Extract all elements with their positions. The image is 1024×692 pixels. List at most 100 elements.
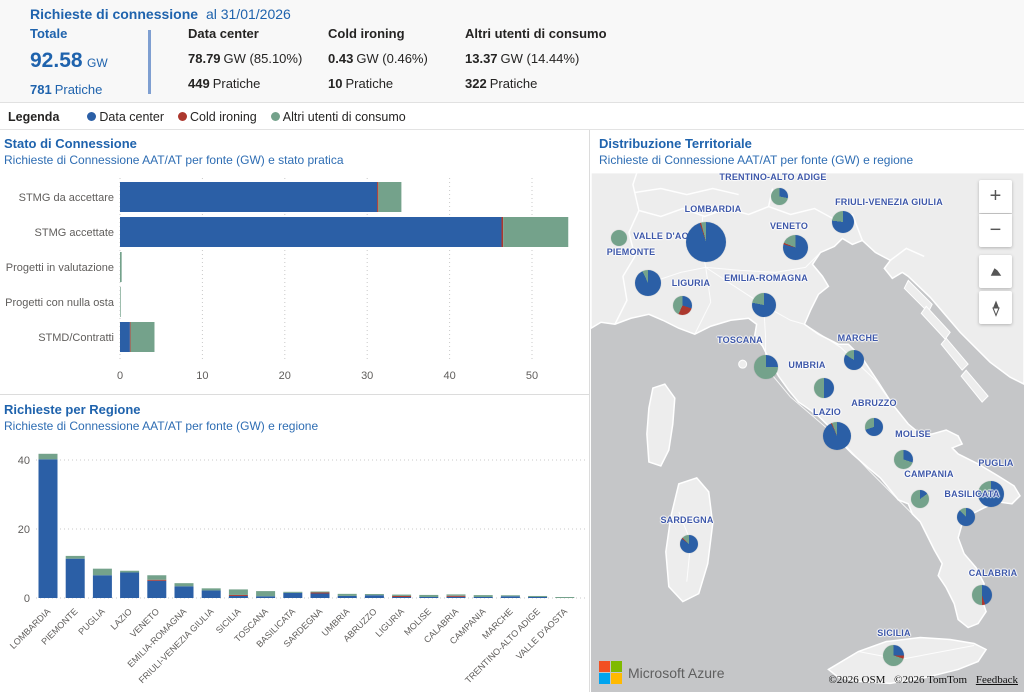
regione-bar-segment[interactable]	[256, 591, 275, 596]
regione-bar-segment[interactable]	[120, 572, 139, 598]
stato-bar-segment[interactable]	[130, 322, 131, 352]
regione-bar-segment[interactable]	[229, 595, 248, 596]
regione-bar-segment[interactable]	[474, 597, 493, 598]
italy-map[interactable]: + − Microsoft Azure ©2026 OSM ©2026 TomT…	[591, 172, 1024, 692]
regione-bar-segment[interactable]	[528, 597, 547, 598]
regione-bar-segment[interactable]	[147, 575, 166, 579]
page-title: Richieste di connessione	[30, 6, 198, 22]
map-region-label: CALABRIA	[969, 568, 1018, 578]
regione-bar-segment[interactable]	[311, 593, 330, 594]
stato-bar-segment[interactable]	[502, 217, 504, 247]
pitch-button[interactable]	[979, 255, 1012, 288]
regione-bar-segment[interactable]	[447, 597, 466, 598]
map-pie-abruzzo[interactable]	[865, 418, 883, 436]
regione-bar-segment[interactable]	[283, 592, 302, 593]
stato-bar-segment[interactable]	[377, 182, 378, 212]
compass-button[interactable]	[979, 291, 1012, 324]
regione-bar-segment[interactable]	[93, 569, 112, 576]
map-pie-calabria[interactable]	[972, 585, 992, 605]
stato-bar-segment[interactable]	[120, 182, 377, 212]
regione-bar-segment[interactable]	[175, 586, 194, 598]
legend-item[interactable]: Data center	[87, 110, 164, 124]
map-pie-veneto[interactable]	[783, 235, 808, 260]
regione-axis-label: LAZIO	[109, 606, 134, 631]
regione-bar-segment[interactable]	[392, 596, 411, 597]
regione-bar-segment[interactable]	[338, 594, 357, 596]
legend-dot-icon	[178, 112, 187, 121]
regione-bar-segment[interactable]	[447, 594, 466, 595]
regione-bar-segment[interactable]	[311, 592, 330, 593]
regione-bar-segment[interactable]	[39, 459, 58, 598]
regione-bar-segment[interactable]	[528, 596, 547, 597]
total-value: 92.58 GW	[30, 49, 142, 73]
azure-attribution: Microsoft Azure	[599, 661, 724, 684]
stat-share: GW (85.10%)	[224, 51, 303, 66]
total-block: Totale 92.58 GW 781Pratiche	[30, 26, 142, 97]
osm-credit: ©2026 OSM	[828, 674, 885, 686]
map-pie-trentino-alto-adige[interactable]	[771, 188, 788, 205]
regione-bar-segment[interactable]	[283, 593, 302, 598]
map-pie-friuli-venezia-giulia[interactable]	[832, 211, 854, 233]
regione-bar-segment[interactable]	[93, 575, 112, 598]
map-pie-lombardia[interactable]	[686, 222, 726, 262]
map-pie-valle-d-aosta[interactable]	[611, 230, 627, 246]
map-pie-sardegna[interactable]	[680, 535, 698, 553]
stato-bar-segment[interactable]	[120, 287, 121, 317]
regione-bar-segment[interactable]	[202, 588, 221, 590]
regione-bar-segment[interactable]	[66, 556, 85, 559]
tomtom-credit: ©2026 TomTom	[894, 674, 967, 686]
legend-item[interactable]: Cold ironing	[178, 110, 257, 124]
regione-bar-segment[interactable]	[39, 454, 58, 460]
map-pie-toscana[interactable]	[754, 355, 778, 379]
regione-bar-segment[interactable]	[392, 597, 411, 598]
regione-bar-segment[interactable]	[311, 594, 330, 598]
stato-bar-segment[interactable]	[120, 322, 130, 352]
regione-bar-segment[interactable]	[419, 597, 438, 598]
map-pie-marche[interactable]	[844, 350, 864, 370]
regione-bar-segment[interactable]	[256, 596, 275, 598]
total-label: Totale	[30, 26, 142, 41]
map-pie-liguria[interactable]	[673, 296, 692, 315]
map-pie-campania[interactable]	[911, 490, 929, 508]
zoom-out-button[interactable]: −	[979, 214, 1012, 247]
regione-bar-segment[interactable]	[229, 589, 248, 595]
regione-bar-segment[interactable]	[365, 595, 384, 598]
regione-bar-segment[interactable]	[474, 595, 493, 597]
regione-bar-segment[interactable]	[365, 594, 384, 595]
regione-bar-segment[interactable]	[392, 595, 411, 596]
map-pie-lazio[interactable]	[823, 422, 851, 450]
regione-bar-segment[interactable]	[120, 571, 139, 573]
stato-bar-segment[interactable]	[378, 182, 401, 212]
zoom-in-button[interactable]: +	[979, 180, 1012, 213]
microsoft-logo-icon	[599, 661, 622, 684]
stato-bar-segment[interactable]	[131, 322, 155, 352]
stato-bar-segment[interactable]	[120, 217, 502, 247]
map-pie-emilia-romagna[interactable]	[752, 293, 776, 317]
regione-bar-segment[interactable]	[447, 596, 466, 597]
regione-bar-segment[interactable]	[419, 595, 438, 597]
map-pie-sicilia[interactable]	[883, 645, 904, 666]
regione-bar-segment[interactable]	[501, 596, 520, 598]
stato-bar-segment[interactable]	[503, 217, 568, 247]
map-pie-piemonte[interactable]	[635, 270, 661, 296]
stato-chart[interactable]: 01020304050STMG da accettareSTMG accetta…	[0, 174, 588, 392]
map-basemap	[591, 172, 1024, 692]
regione-bar-segment[interactable]	[66, 559, 85, 598]
regione-bar-segment[interactable]	[501, 595, 520, 596]
stat-count: 322Pratiche	[465, 76, 607, 91]
regione-bar-segment[interactable]	[338, 596, 357, 598]
map-pie-umbria[interactable]	[814, 378, 834, 398]
feedback-link[interactable]: Feedback	[976, 674, 1018, 686]
regione-bar-segment[interactable]	[202, 590, 221, 598]
regione-bar-segment[interactable]	[147, 581, 166, 598]
regione-bar-segment[interactable]	[229, 596, 248, 598]
total-count-value: 781	[30, 82, 52, 97]
regioni-chart[interactable]: 02040LOMBARDIAPIEMONTEPUGLIALAZIOVENETOE…	[0, 440, 588, 691]
regione-bar-segment[interactable]	[175, 583, 194, 586]
map-pie-molise[interactable]	[894, 450, 913, 469]
map-pie-basilicata[interactable]	[957, 508, 975, 526]
legend-item[interactable]: Altri utenti di consumo	[271, 110, 406, 124]
regione-bar-segment[interactable]	[555, 597, 574, 598]
stato-bar-segment[interactable]	[120, 252, 122, 282]
regione-bar-segment[interactable]	[147, 580, 166, 581]
